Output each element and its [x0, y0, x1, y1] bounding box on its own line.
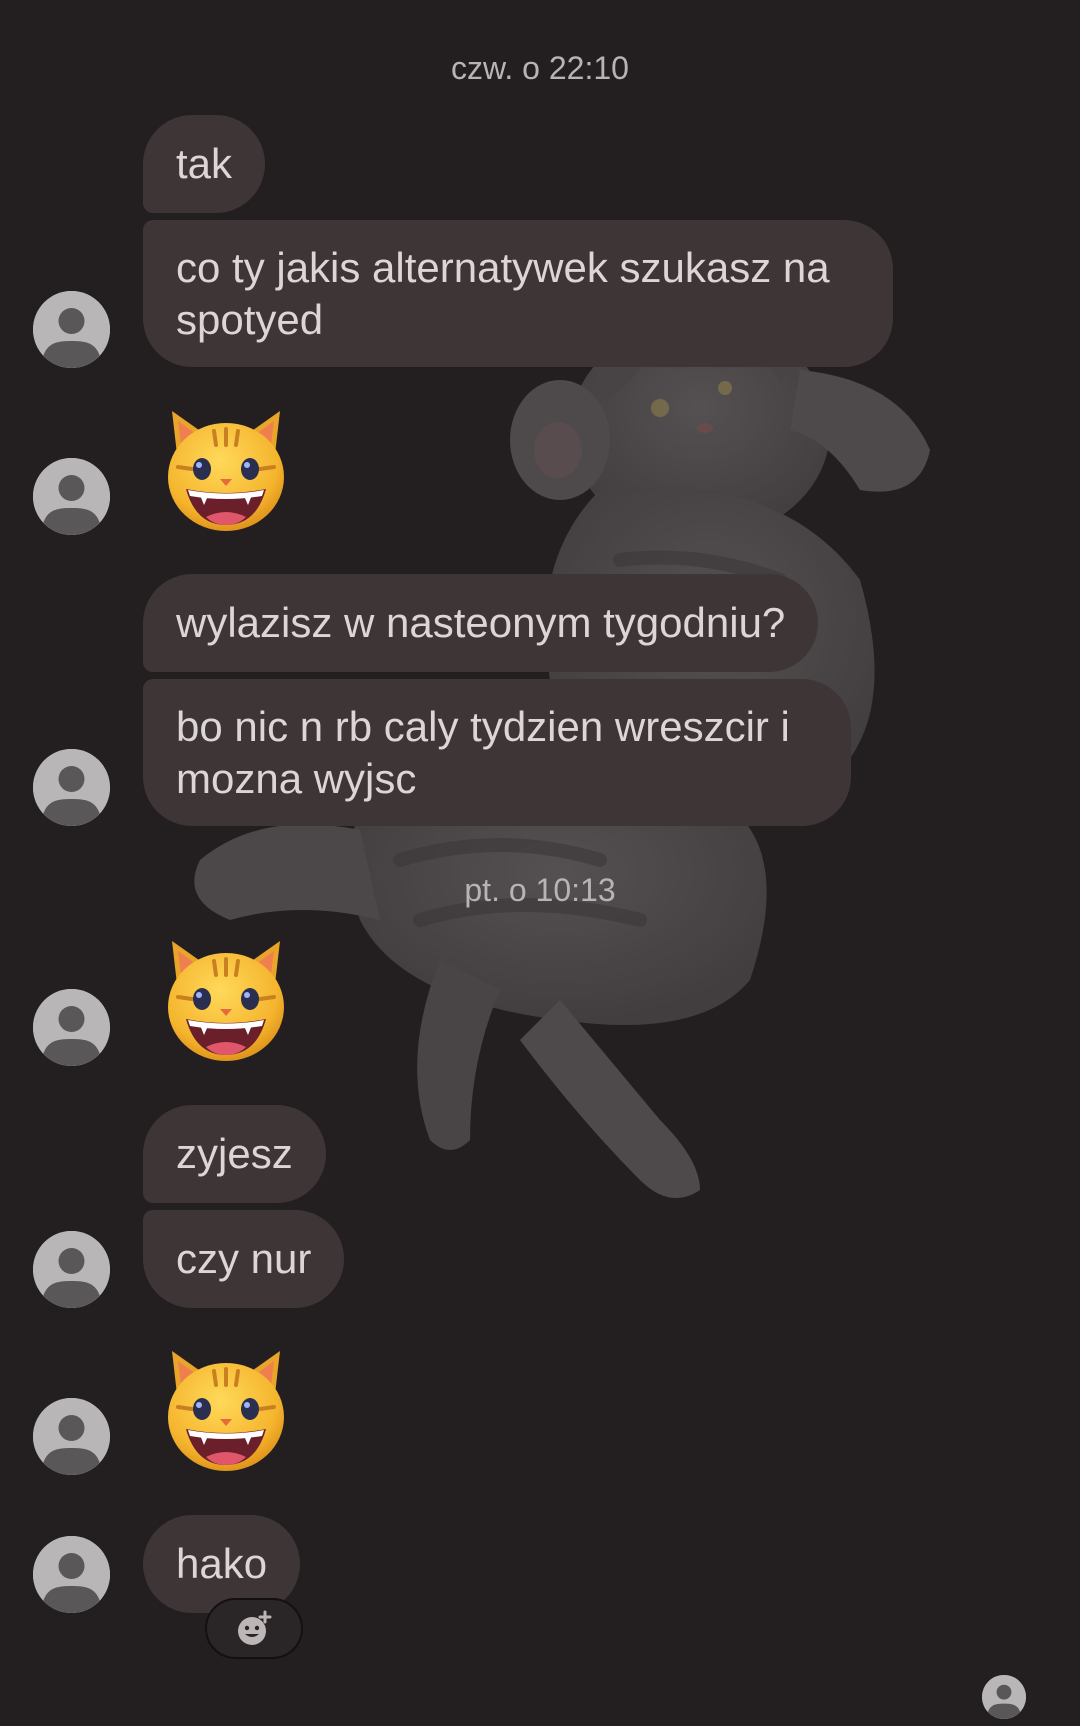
- message-bubble[interactable]: czy nur: [143, 1210, 345, 1308]
- message-bubble[interactable]: bo nic n rb caly tydzien wreszcir i mozn…: [143, 679, 851, 826]
- person-icon: [33, 1398, 110, 1475]
- add-reaction-icon: [238, 1610, 272, 1645]
- person-icon: [33, 1231, 110, 1308]
- contact-avatar[interactable]: [33, 989, 110, 1066]
- person-icon: [982, 1675, 1026, 1719]
- person-icon: [33, 1536, 110, 1613]
- contact-avatar[interactable]: [33, 1536, 110, 1613]
- person-icon: [33, 458, 110, 535]
- add-reaction-button[interactable]: [205, 1598, 303, 1659]
- seen-avatar-icon: [982, 1675, 1026, 1719]
- contact-avatar[interactable]: [33, 1398, 110, 1475]
- contact-avatar[interactable]: [33, 291, 110, 368]
- contact-avatar[interactable]: [33, 458, 110, 535]
- contact-avatar[interactable]: [33, 1231, 110, 1308]
- message-bubble[interactable]: zyjesz: [143, 1105, 326, 1203]
- grinning-cat-emoji[interactable]: [158, 1341, 294, 1477]
- timestamp: pt. o 10:13: [464, 872, 616, 908]
- message-bubble[interactable]: co ty jakis alternatywek szukasz na spot…: [143, 220, 893, 367]
- person-icon: [33, 989, 110, 1066]
- message-bubble[interactable]: wylazisz w nasteonym tygodniu?: [143, 574, 819, 672]
- person-icon: [33, 749, 110, 826]
- grinning-cat-emoji[interactable]: [158, 931, 294, 1067]
- timestamp: czw. o 22:10: [451, 50, 629, 86]
- contact-avatar[interactable]: [33, 749, 110, 826]
- message-bubble[interactable]: tak: [143, 115, 266, 213]
- person-icon: [33, 291, 110, 368]
- grinning-cat-emoji[interactable]: [158, 401, 294, 537]
